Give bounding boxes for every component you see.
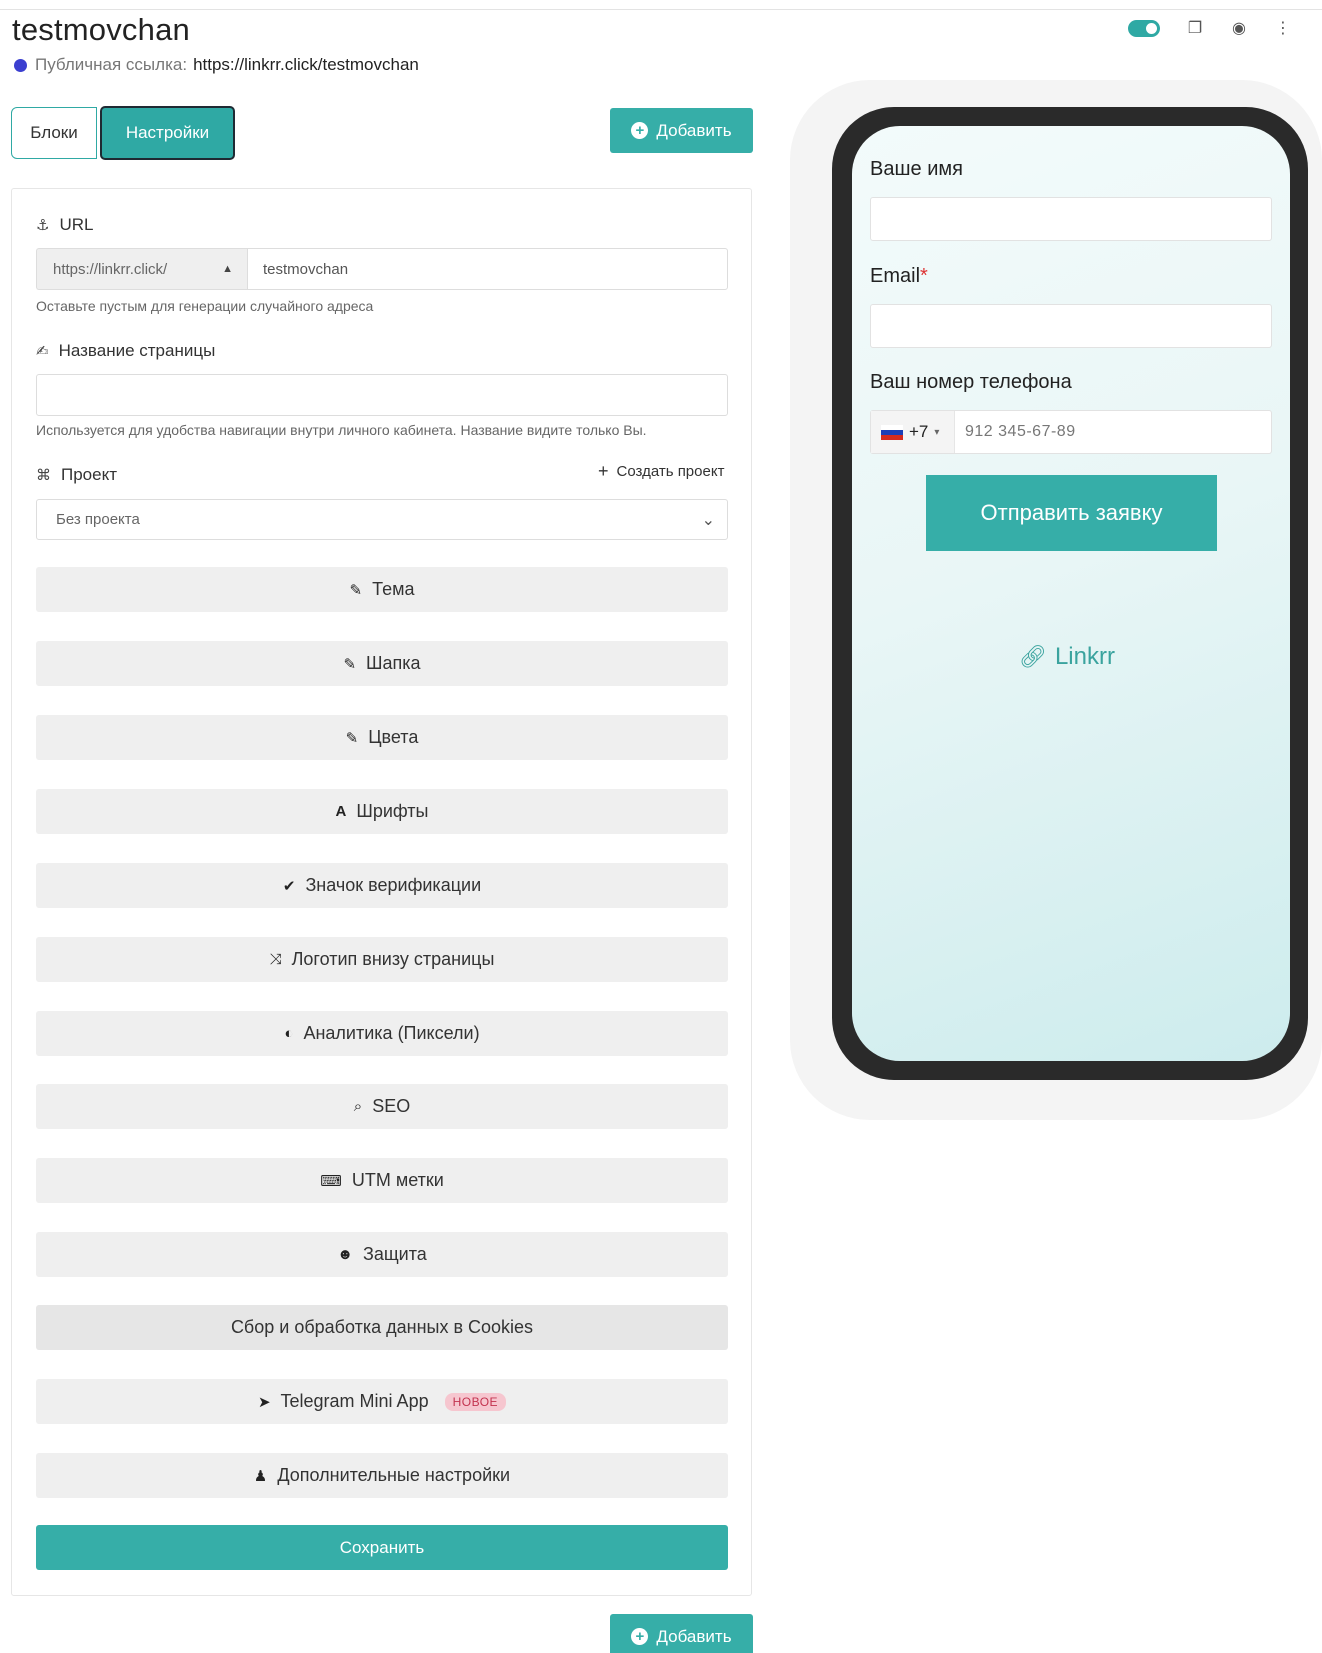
utm-button[interactable]: ⌨ UTM метки (36, 1158, 728, 1203)
copy-icon[interactable]: ❐ (1186, 18, 1204, 38)
project-label: ⌘ Проект (36, 465, 117, 485)
keyboard-icon: ⌨ (320, 1172, 342, 1190)
url-hint: Оставьте пустым для генерации случайного… (36, 298, 374, 314)
page-name-label: ✍ Название страницы (36, 341, 215, 361)
add-button-label: Добавить (656, 120, 732, 140)
colors-button[interactable]: ✎ Цвета (36, 715, 728, 760)
brush-icon: ✎ (345, 729, 359, 747)
tab-blocks[interactable]: Блоки (11, 107, 97, 159)
url-slug-input[interactable]: testmovchan (247, 248, 728, 290)
top-divider (0, 0, 1322, 10)
public-link-url[interactable]: https://linkrr.click/testmovchan (193, 55, 419, 75)
status-dot (14, 58, 27, 72)
preview-name-input[interactable] (870, 197, 1272, 241)
check-circle-icon: ✔ (282, 877, 296, 895)
verification-button[interactable]: ✔ Значок верификации (36, 863, 728, 908)
tab-settings[interactable]: Настройки (100, 106, 235, 160)
cookies-button[interactable]: Сбор и обработка данных в Cookies (36, 1305, 728, 1350)
url-prefix-select[interactable]: https://linkrr.click/ ▲ (36, 248, 247, 290)
url-label: ⚓ URL (36, 215, 93, 235)
seo-button-label: SEO (372, 1096, 411, 1116)
sort-icon: ▲ (222, 263, 233, 275)
font-icon: A (335, 803, 347, 820)
plus-circle-icon: + (631, 122, 649, 139)
brand-name: Linkrr (1054, 643, 1115, 670)
search-icon: ⌕ (353, 1098, 363, 1115)
caret-icon: ▾ (934, 426, 940, 438)
telegram-icon: ➤ (257, 1393, 271, 1411)
page-title: testmovchan (12, 12, 190, 47)
preview-name-label: Ваше имя (870, 158, 963, 180)
url-label-text: URL (59, 215, 94, 234)
url-row: https://linkrr.click/ ▲ testmovchan (36, 248, 728, 290)
footer-logo-button-label: Логотип внизу страницы (291, 949, 495, 969)
theme-button-label: Тема (372, 579, 415, 599)
header-button-label: Шапка (366, 653, 421, 673)
add-button-top[interactable]: + Добавить (610, 108, 753, 153)
add-button-bottom[interactable]: + Добавить (610, 1614, 753, 1653)
fonts-button[interactable]: A Шрифты (36, 789, 728, 834)
plus-circle-icon: + (631, 1628, 649, 1645)
publish-toggle[interactable] (1128, 19, 1160, 37)
page-name-label-text: Название страницы (58, 341, 216, 360)
more-vertical-icon[interactable]: ⋮ (1274, 18, 1292, 38)
theme-button[interactable]: ✎ Тема (36, 567, 728, 612)
save-button[interactable]: Сохранить (36, 1525, 728, 1570)
telegram-button-label: Telegram Mini App (280, 1391, 429, 1411)
public-link: Публичная ссылка: https://linkrr.click/t… (14, 55, 419, 75)
preview-phone-input[interactable]: +7 ▾ 912 345-67-89 (870, 410, 1272, 454)
project-label-text: Проект (61, 465, 117, 484)
url-prefix-value: https://linkrr.click/ (53, 260, 168, 278)
phone-placeholder: 912 345-67-89 (965, 423, 1076, 440)
sitemap-icon: ⌘ (36, 467, 51, 484)
colors-button-label: Цвета (368, 727, 419, 747)
country-code: +7 (909, 422, 929, 441)
page-name-hint: Используется для удобства навигации внут… (36, 422, 647, 438)
new-badge: НОВОЕ (444, 1392, 507, 1411)
add-button-label: Добавить (656, 1626, 732, 1646)
country-code-select[interactable]: +7 ▾ (871, 411, 955, 453)
signature-icon: ✍ (36, 343, 49, 360)
verification-button-label: Значок верификации (305, 875, 482, 895)
seo-button[interactable]: ⌕ SEO (36, 1084, 728, 1129)
chevron-down-icon: ⌄ (701, 511, 715, 529)
public-link-label: Публичная ссылка: (35, 55, 188, 74)
half-circle-icon: ◐ (284, 1025, 294, 1042)
anchor-icon: ⚓ (36, 217, 50, 234)
preview-email-label: Email* (870, 265, 928, 288)
protection-button-label: Защита (362, 1244, 427, 1264)
advanced-button-label: Дополнительные настройки (277, 1465, 511, 1485)
top-actions: ❐ ◉ ⋮ (1128, 18, 1292, 38)
analytics-button[interactable]: ◐ Аналитика (Пиксели) (36, 1011, 728, 1056)
link-icon: 🔗︎ (1019, 644, 1047, 669)
advanced-button[interactable]: ♟ Дополнительные настройки (36, 1453, 728, 1498)
user-cog-icon: ♟ (253, 1467, 268, 1485)
russia-flag-icon (881, 424, 903, 440)
project-select[interactable]: Без проекта ⌄ (36, 499, 728, 540)
fonts-button-label: Шрифты (356, 801, 429, 821)
plus-icon: + (598, 461, 609, 481)
preview-phone-label: Ваш номер телефона (870, 371, 1072, 393)
required-mark: * (920, 265, 928, 287)
create-project-label: Создать проект (616, 463, 725, 480)
user-lock-icon: ☻ (337, 1246, 353, 1263)
preview-email-input[interactable] (870, 304, 1272, 348)
shuffle-icon: ⤨ (269, 951, 282, 968)
eye-icon[interactable]: ◉ (1230, 18, 1248, 38)
header-button[interactable]: ✎ Шапка (36, 641, 728, 686)
analytics-button-label: Аналитика (Пиксели) (303, 1023, 480, 1043)
brush-icon: ✎ (343, 655, 357, 673)
create-project-link[interactable]: + Создать проект (598, 461, 724, 482)
preview-email-label-text: Email (870, 265, 921, 287)
brand-link[interactable]: 🔗︎ Linkrr (1019, 643, 1115, 671)
protection-button[interactable]: ☻ Защита (36, 1232, 728, 1277)
preview-submit-button[interactable]: Отправить заявку (926, 475, 1217, 551)
telegram-button[interactable]: ➤ Telegram Mini App НОВОЕ (36, 1379, 728, 1424)
cookies-button-label: Сбор и обработка данных в Cookies (230, 1317, 534, 1337)
utm-button-label: UTM метки (351, 1170, 444, 1190)
project-select-value: Без проекта (56, 511, 140, 528)
page-name-input[interactable] (36, 374, 728, 416)
brush-icon: ✎ (349, 581, 363, 599)
footer-logo-button[interactable]: ⤨ Логотип внизу страницы (36, 937, 728, 982)
